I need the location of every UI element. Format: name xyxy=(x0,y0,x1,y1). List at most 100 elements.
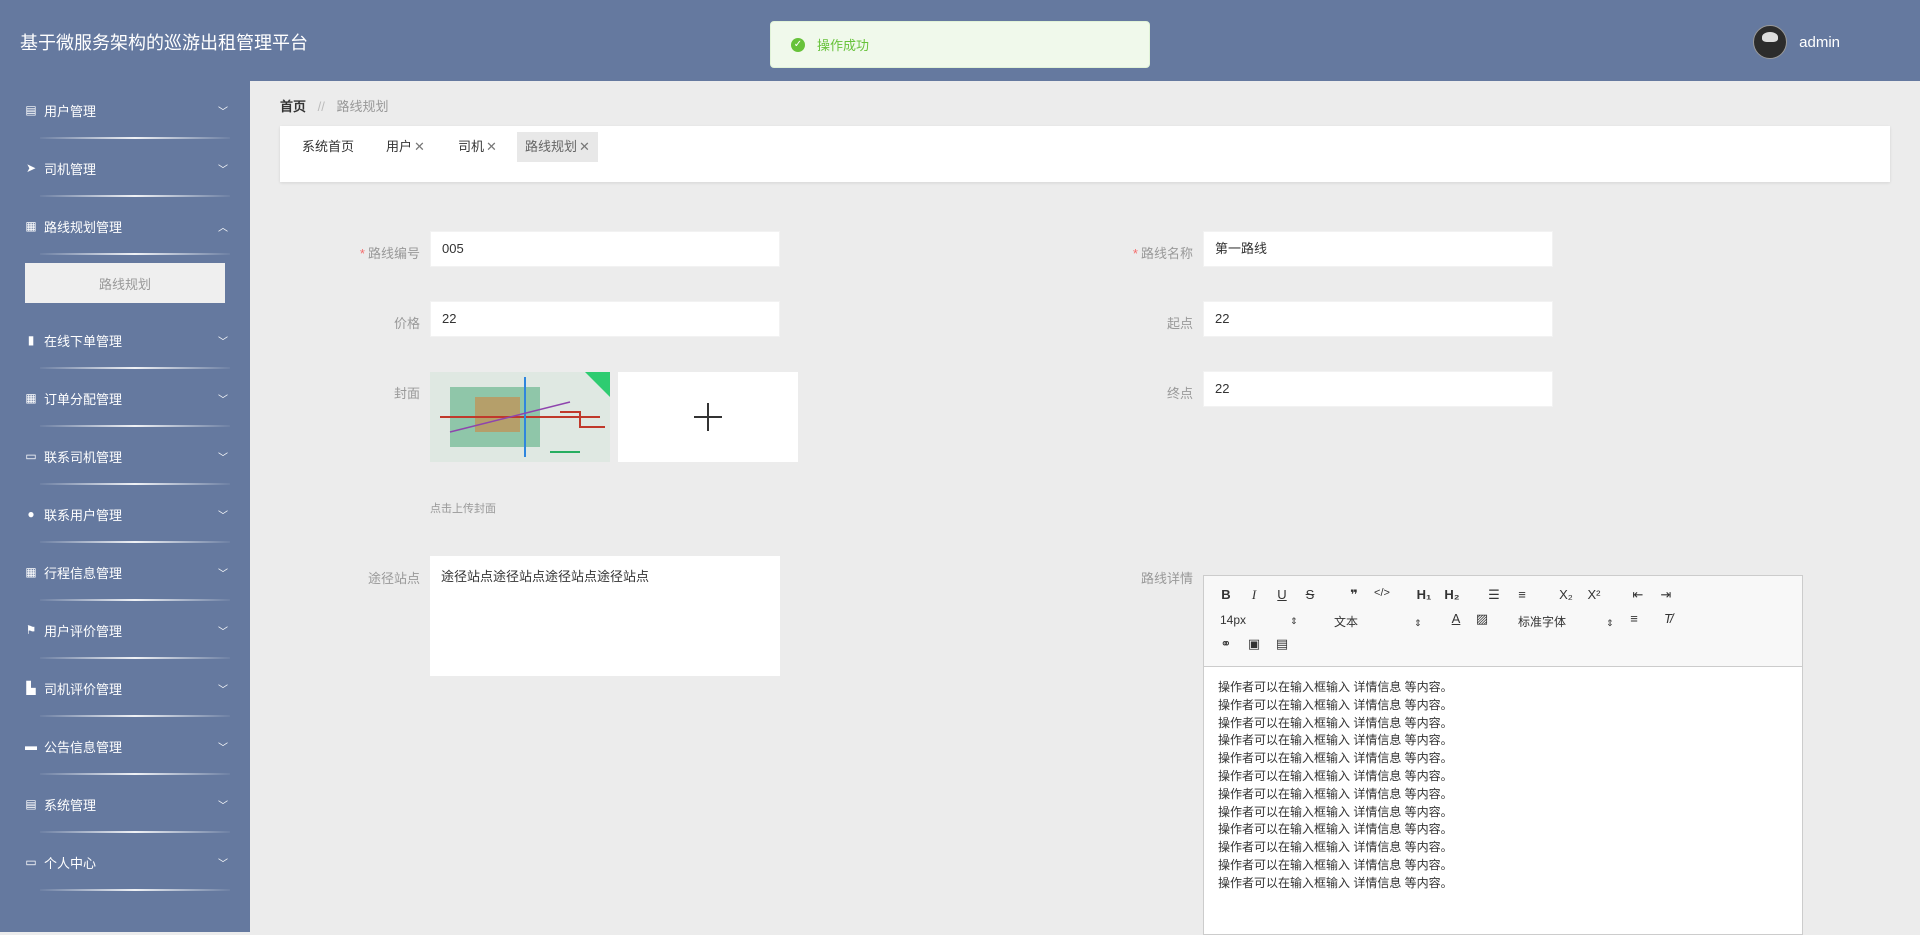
editor-toolbar: B I U S ❞ </> H₁ H₂ ☰ ≡ X₂ X² ⇤ ⇥ 14px ⇕ … xyxy=(1204,576,1802,667)
paper-plane-icon: ➤ xyxy=(25,161,37,175)
detail-label: 路线详情 xyxy=(1140,571,1193,586)
bullet-list-icon[interactable]: ≡ xyxy=(1512,587,1532,602)
clear-format-icon[interactable]: T̸ xyxy=(1658,611,1678,626)
bold-icon[interactable]: B xyxy=(1216,587,1236,602)
tab-home[interactable]: 系统首页 xyxy=(294,132,362,162)
toast-message: 操作成功 xyxy=(817,38,870,53)
sidebar-item-label: 用户管理 xyxy=(44,103,97,119)
sidebar-item-label: 司机管理 xyxy=(44,161,97,177)
editor-line: 操作者可以在输入框输入 详情信息 等内容。 xyxy=(1218,857,1453,872)
strikethrough-icon[interactable]: S xyxy=(1300,587,1320,602)
sidebar-item-contact-driver-management[interactable]: ▭ 联系司机管理 ﹀ xyxy=(0,427,250,485)
indent-icon[interactable]: ⇥ xyxy=(1656,587,1676,603)
sidebar-item-announcement-management[interactable]: ▬ 公告信息管理 ﹀ xyxy=(0,717,250,775)
sidebar-item-personal-center[interactable]: ▭ 个人中心 ﹀ xyxy=(0,833,250,891)
breadcrumb-separator: // xyxy=(317,99,325,114)
sidebar-subitem-route-planning[interactable]: 路线规划 xyxy=(25,263,225,303)
card-icon: ▭ xyxy=(25,855,37,869)
close-icon[interactable]: ✕ xyxy=(414,139,425,154)
editor-line: 操作者可以在输入框输入 详情信息 等内容。 xyxy=(1218,751,1453,766)
route-no-input[interactable]: 005 xyxy=(430,231,780,267)
block-type-select[interactable]: 文本 ⇕ xyxy=(1334,613,1422,630)
stations-label: 途径站点 xyxy=(367,571,420,586)
heading-1-icon[interactable]: H₁ xyxy=(1414,587,1434,602)
clipboard-icon: ▤ xyxy=(25,103,37,117)
tab-user[interactable]: 用户 ✕ xyxy=(378,132,433,162)
chevron-down-icon: ﹀ xyxy=(218,337,228,348)
price-label: 价格 xyxy=(393,316,420,331)
font-color-icon[interactable]: A xyxy=(1446,611,1466,626)
clipboard-icon: ▤ xyxy=(25,797,37,811)
editor-line: 操作者可以在输入框输入 详情信息 等内容。 xyxy=(1218,786,1453,801)
close-icon[interactable]: ✕ xyxy=(486,139,497,154)
tab-label: 系统首页 xyxy=(302,139,355,154)
sidebar-item-online-order-management[interactable]: ▮ 在线下单管理 ﹀ xyxy=(0,311,250,369)
sidebar-item-user-management[interactable]: ▤ 用户管理 ﹀ xyxy=(0,81,250,139)
stations-textarea[interactable]: 途径站点途径站点途径站点途径站点 xyxy=(430,556,780,676)
success-toast: ✓ 操作成功 xyxy=(770,21,1150,68)
align-icon[interactable]: ≡ xyxy=(1624,611,1644,626)
sidebar-item-label: 在线下单管理 xyxy=(44,333,123,349)
font-family-select[interactable]: 标准字体 ⇕ xyxy=(1518,613,1614,630)
video-icon[interactable]: ▤ xyxy=(1272,636,1292,652)
breadcrumb-home[interactable]: 首页 xyxy=(280,99,306,114)
superscript-icon[interactable]: X² xyxy=(1584,587,1604,602)
ordered-list-icon[interactable]: ☰ xyxy=(1484,587,1504,603)
sidebar-item-user-review-management[interactable]: ⚑ 用户评价管理 ﹀ xyxy=(0,601,250,659)
close-icon[interactable]: ✕ xyxy=(579,139,590,154)
sidebar-item-driver-review-management[interactable]: ▙ 司机评价管理 ﹀ xyxy=(0,659,250,717)
editor-line: 操作者可以在输入框输入 详情信息 等内容。 xyxy=(1218,822,1453,837)
outdent-icon[interactable]: ⇤ xyxy=(1628,587,1648,603)
route-no-label: * 路线编号 xyxy=(359,246,420,261)
cover-image[interactable] xyxy=(430,372,610,462)
rich-text-editor: B I U S ❞ </> H₁ H₂ ☰ ≡ X₂ X² ⇤ ⇥ 14px ⇕ … xyxy=(1203,575,1803,935)
image-icon[interactable]: ▣ xyxy=(1244,636,1264,652)
sidebar-item-label: 个人中心 xyxy=(44,855,97,871)
underline-icon[interactable]: U xyxy=(1272,587,1292,602)
price-input[interactable]: 22 xyxy=(430,301,780,337)
cover-label: 封面 xyxy=(393,386,420,401)
start-input[interactable]: 22 xyxy=(1203,301,1553,337)
chevron-down-icon: ﹀ xyxy=(218,685,228,696)
upload-cover-button[interactable] xyxy=(618,372,798,462)
link-icon[interactable]: ⚭ xyxy=(1216,636,1236,652)
sidebar-item-label: 路线规划管理 xyxy=(44,219,123,235)
sidebar-item-driver-management[interactable]: ➤ 司机管理 ﹀ xyxy=(0,139,250,197)
chevron-down-icon: ﹀ xyxy=(218,107,228,118)
background-color-icon[interactable]: ▨ xyxy=(1472,611,1492,627)
quote-icon[interactable]: ❞ xyxy=(1344,587,1364,603)
chevron-down-icon: ﹀ xyxy=(218,511,228,522)
editor-content[interactable]: 操作者可以在输入框输入 详情信息 等内容。 操作者可以在输入框输入 详情信息 等… xyxy=(1204,667,1802,905)
editor-line: 操作者可以在输入框输入 详情信息 等内容。 xyxy=(1218,715,1453,730)
username[interactable]: admin xyxy=(1799,34,1840,51)
sidebar-item-contact-user-management[interactable]: ● 联系用户管理 ﹀ xyxy=(0,485,250,543)
bar-chart-icon: ▮ xyxy=(27,333,35,347)
flag-icon: ⚑ xyxy=(25,623,37,637)
editor-line: 操作者可以在输入框输入 详情信息 等内容。 xyxy=(1218,840,1453,855)
sidebar-item-label: 司机评价管理 xyxy=(44,681,123,697)
sidebar-item-label: 订单分配管理 xyxy=(44,391,123,407)
heading-2-icon[interactable]: H₂ xyxy=(1442,587,1462,602)
sidebar-item-order-assignment-management[interactable]: ▦ 订单分配管理 ﹀ xyxy=(0,369,250,427)
font-size-select[interactable]: 14px ⇕ xyxy=(1220,613,1298,627)
start-label: 起点 xyxy=(1166,316,1193,331)
avatar[interactable] xyxy=(1753,25,1788,59)
subscript-icon[interactable]: X₂ xyxy=(1556,587,1576,602)
sidebar-item-system-management[interactable]: ▤ 系统管理 ﹀ xyxy=(0,775,250,833)
sidebar-item-trip-info-management[interactable]: ▦ 行程信息管理 ﹀ xyxy=(0,543,250,601)
editor-line: 操作者可以在输入框输入 详情信息 等内容。 xyxy=(1218,680,1453,694)
select-arrows-icon: ⇕ xyxy=(1290,616,1298,626)
sidebar-item-label: 公告信息管理 xyxy=(44,739,123,755)
chevron-down-icon: ﹀ xyxy=(218,801,228,812)
route-name-input[interactable]: 第一路线 xyxy=(1203,231,1553,267)
tab-label: 司机 xyxy=(458,139,485,154)
tabs-bar: 系统首页 用户 ✕ 司机 ✕ 路线规划 ✕ xyxy=(280,126,1890,182)
italic-icon[interactable]: I xyxy=(1244,587,1264,603)
user-menu[interactable]: admin xyxy=(1753,25,1840,59)
tab-driver[interactable]: 司机 ✕ xyxy=(450,132,505,162)
code-icon[interactable]: </> xyxy=(1372,587,1392,599)
end-input[interactable]: 22 xyxy=(1203,371,1553,407)
tab-route-planning[interactable]: 路线规划 ✕ xyxy=(517,132,598,162)
sidebar-item-route-planning-management[interactable]: ▦ 路线规划管理 ︿ xyxy=(0,197,250,255)
grid-icon: ▦ xyxy=(25,219,37,233)
